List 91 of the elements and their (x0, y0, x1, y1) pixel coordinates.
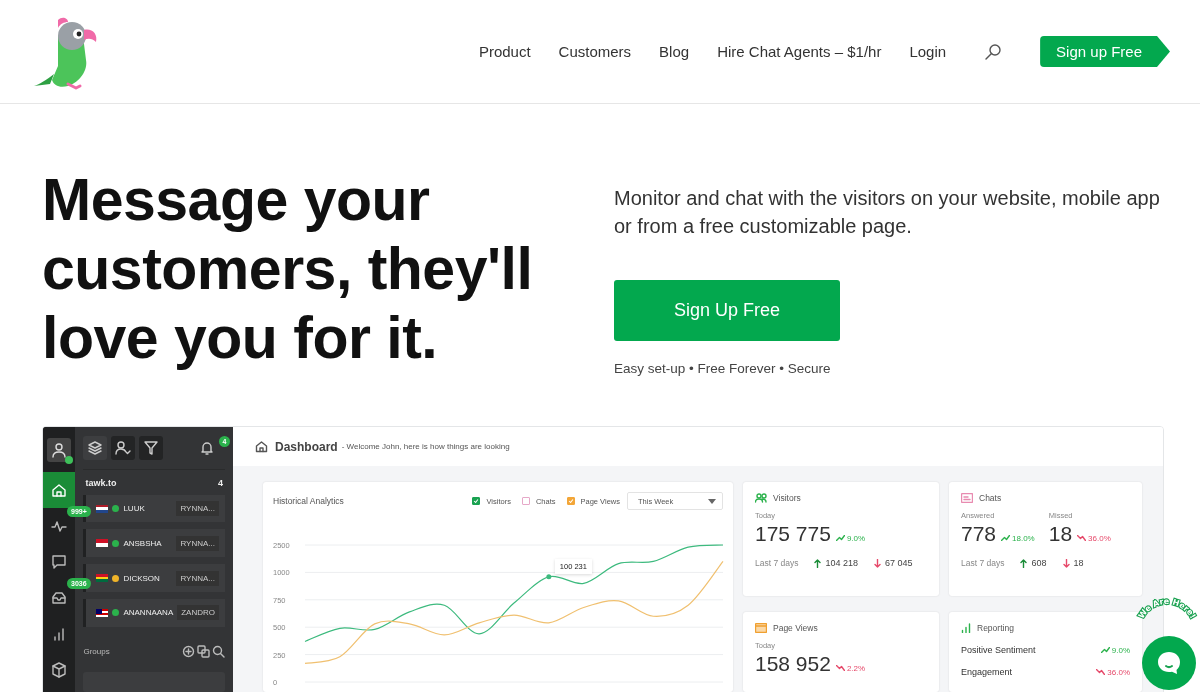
visitor-name: LUUK (123, 504, 146, 513)
agent-tag: RYNNA... (176, 570, 219, 586)
inbox-icon (51, 590, 68, 606)
caption: Last 7 days (755, 558, 799, 568)
layers-icon (87, 439, 104, 456)
lead-text: Monitor and chat with the visitors on your website, mobile app or from a free customizable page. (614, 186, 1161, 239)
flag-icon (96, 504, 109, 513)
trend-label: 18.0% (1001, 533, 1035, 543)
trend-label: 36.0% (1077, 533, 1111, 543)
message-icon (961, 493, 973, 503)
stat-down: 18 (1062, 558, 1084, 568)
stat-value: 175 775 (755, 522, 831, 546)
trend-up-icon (1100, 647, 1110, 653)
cube-icon (51, 662, 68, 678)
trend-label: 9.0% (835, 533, 866, 543)
arrow-down-icon (874, 558, 882, 568)
stat-down: 67 045 (874, 558, 913, 568)
home-icon (255, 440, 268, 453)
trend-up-icon (835, 535, 845, 541)
layers-button[interactable] (83, 435, 108, 460)
trend-down-icon (835, 665, 845, 671)
card-title: Chats (979, 493, 1002, 503)
trend-up-icon (1001, 535, 1011, 541)
trend-label: 36.0% (1096, 667, 1130, 677)
flag-icon (96, 539, 109, 548)
visitor-name: ANSBSHA (123, 538, 163, 548)
trend-down-icon (1077, 535, 1087, 541)
caption: Last 7 days (961, 558, 1005, 568)
copy-icon (197, 644, 210, 658)
nav-link[interactable]: Blog (659, 43, 690, 60)
headline: Message your customers, they'll love you for it. (42, 166, 534, 373)
home-icon (51, 482, 68, 498)
card-title: Page Views (773, 623, 818, 633)
agent-tag: RYNNA... (176, 535, 219, 551)
chat-widget-button[interactable] (1142, 636, 1196, 690)
data-point (546, 574, 552, 580)
features-text: Easy set-up • Free Forever • Secure (614, 361, 832, 376)
property-name: tawk.to (85, 477, 117, 488)
nav-link[interactable]: Product (478, 43, 531, 60)
chat-bubble-icon (1155, 649, 1183, 677)
users-icon (755, 493, 767, 503)
user-check-icon (115, 439, 132, 456)
nav-link[interactable]: Hire Chat Agents – $1/hr (717, 43, 882, 60)
user-icon (51, 441, 68, 458)
card-title: Reporting (977, 623, 1014, 633)
flag-icon (96, 574, 109, 582)
stat-value: 778 (961, 522, 997, 546)
add-icon (182, 644, 195, 658)
browser-icon (755, 623, 767, 633)
check-icon (567, 498, 574, 504)
check-icon (473, 498, 480, 504)
page-title: Dashboard (275, 439, 338, 454)
visitor-count: 4 (218, 477, 223, 488)
flag-icon (96, 608, 109, 617)
chat-icon (51, 554, 68, 570)
arrow-down-icon (1062, 558, 1070, 568)
stat-up: 104 218 (814, 558, 859, 568)
arrow-up-icon (814, 558, 822, 568)
metric-label: Engagement (961, 667, 1013, 677)
trend-down-icon (1096, 669, 1106, 675)
card-title: Visitors (773, 493, 801, 503)
assign-button[interactable] (111, 435, 136, 460)
pulse-icon (51, 518, 68, 534)
agent-tag: ZANDRO (177, 605, 219, 621)
profile-button[interactable] (47, 437, 72, 462)
visitor-row[interactable]: ANSBSHA RYNNA... (83, 529, 225, 558)
agent-tag: RYNNA... (176, 501, 219, 516)
filter-button[interactable] (139, 435, 164, 460)
stat-value: 18 (1048, 522, 1073, 546)
search-icon (212, 644, 225, 658)
section-label: Groups (83, 646, 110, 656)
bell-icon (199, 439, 215, 456)
stat-up: 608 (1020, 558, 1047, 568)
metric-label: Positive Sentiment (961, 645, 1036, 655)
visitor-name: ANANNAANA (123, 608, 174, 618)
visitor-row[interactable]: ANANNAANA ZANDRO (83, 598, 225, 627)
online-dot (65, 456, 74, 464)
caret-icon (708, 498, 716, 504)
card-title: Historical Analytics (273, 496, 344, 506)
bar-chart-icon (961, 623, 971, 633)
page-subtitle: - Welcome John, here is how things are looking (341, 442, 510, 451)
sidebar-tab[interactable] (43, 472, 76, 508)
trend-label: 9.0% (1100, 645, 1130, 655)
nav-link[interactable]: Login (909, 43, 947, 60)
stat-value: 158 952 (755, 652, 831, 676)
nav-link[interactable]: Customers (558, 43, 632, 60)
visitor-name: DICKSON (123, 573, 161, 583)
trend-label: 2.2% (835, 663, 866, 673)
filter-icon (143, 439, 160, 456)
search-icon (984, 42, 1003, 61)
arrow-up-icon (1020, 558, 1028, 568)
